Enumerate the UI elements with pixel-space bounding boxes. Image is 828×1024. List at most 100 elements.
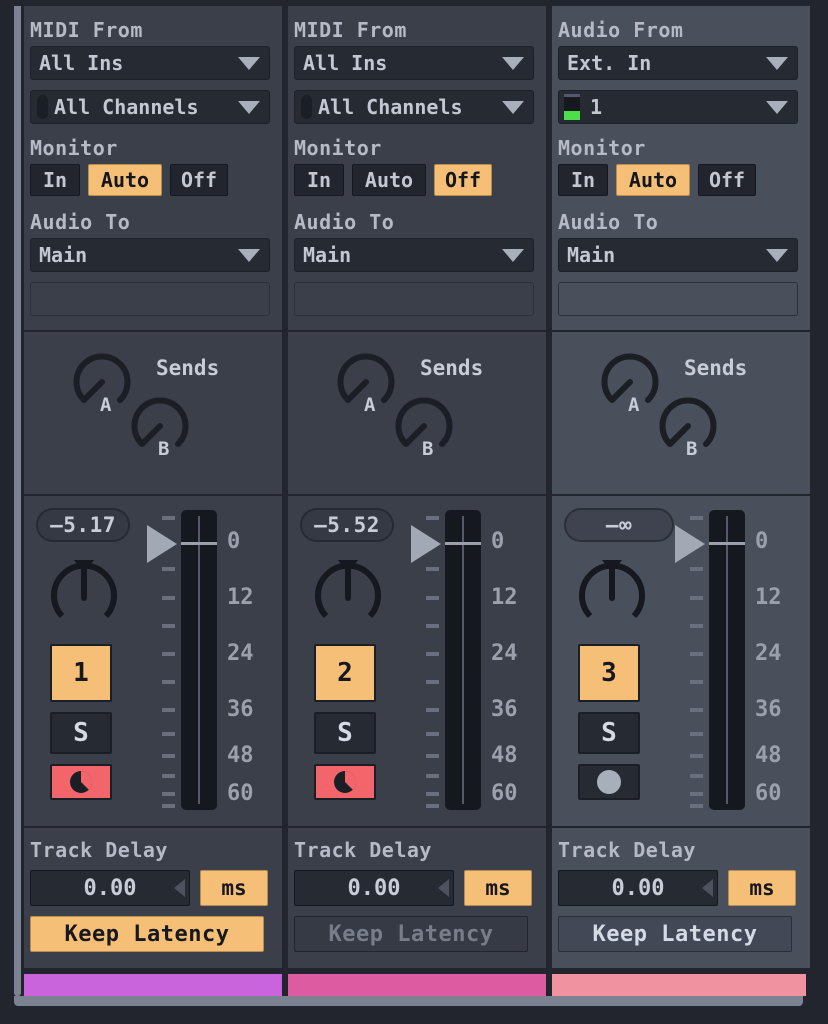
meter-scale-label-24db-2: 24 — [491, 641, 518, 666]
fader-position-marker-2 — [445, 542, 481, 545]
channel-strip-2: MIDI From All Ins All Channels Monitor I… — [285, 0, 549, 996]
sends-section-3: Sends A B — [552, 332, 810, 494]
monitor-in-button-2[interactable]: In — [294, 164, 344, 196]
track-delay-unit-button-1[interactable]: ms — [200, 870, 268, 906]
output-subtarget-chooser-2[interactable] — [294, 282, 534, 316]
meter-scale-label-12db-1: 12 — [227, 585, 254, 610]
input-channel-value-1: All Channels — [54, 95, 199, 119]
meter-scale-label-0db-3: 0 — [755, 529, 769, 554]
bottom-gutter — [0, 1006, 828, 1024]
midi-activity-indicator-icon — [301, 95, 312, 119]
input-channel-chooser-2[interactable]: All Channels — [294, 90, 534, 124]
meter-scale-label-48db-3: 48 — [755, 743, 782, 768]
input-label-1: MIDI From — [30, 18, 143, 42]
chevron-down-icon — [238, 56, 260, 70]
monitor-in-button-1[interactable]: In — [30, 164, 80, 196]
send-b-label-3: B — [686, 438, 698, 460]
fader-handle-1[interactable] — [147, 525, 177, 563]
monitor-off-button-3[interactable]: Off — [698, 164, 756, 196]
chevron-down-icon — [766, 56, 788, 70]
fader-position-marker-3 — [709, 542, 745, 545]
send-b-knob-1[interactable]: B — [128, 394, 192, 460]
caret-left-icon — [438, 879, 449, 897]
monitor-auto-button-2[interactable]: Auto — [352, 164, 426, 196]
meter-scale-label-36db-2: 36 — [491, 697, 518, 722]
fader-section-3: —∞ 3 S 0 12 24 36 48 60 — [552, 496, 810, 826]
send-a-knob-3[interactable]: A — [598, 350, 662, 416]
input-channel-chooser-3[interactable]: 1 — [558, 90, 798, 124]
track-delay-unit-button-2[interactable]: ms — [464, 870, 532, 906]
meter-scale-label-24db-1: 24 — [227, 641, 254, 666]
output-subtarget-chooser-1[interactable] — [30, 282, 270, 316]
track-color-strip-3[interactable] — [552, 974, 806, 996]
input-source-value-3: Ext. In — [567, 51, 652, 75]
meter-scale-label-24db-3: 24 — [755, 641, 782, 666]
fader-handle-2[interactable] — [411, 525, 441, 563]
track-delay-label-3: Track Delay — [558, 838, 696, 862]
input-source-chooser-2[interactable]: All Ins — [294, 46, 534, 80]
monitor-off-button-1[interactable]: Off — [170, 164, 228, 196]
send-a-knob-2[interactable]: A — [334, 350, 398, 416]
track-delay-field-3[interactable]: 0.00 — [558, 870, 718, 906]
chevron-down-icon — [766, 248, 788, 262]
track-color-strip-2[interactable] — [288, 974, 546, 996]
fader-handle-3[interactable] — [675, 525, 705, 563]
meter-scale-label-48db-1: 48 — [227, 743, 254, 768]
midi-activity-indicator-icon — [37, 95, 48, 119]
output-target-chooser-2[interactable]: Main — [294, 238, 534, 272]
output-label-3: Audio To — [558, 210, 659, 234]
send-b-knob-2[interactable]: B — [392, 394, 456, 460]
output-target-chooser-1[interactable]: Main — [30, 238, 270, 272]
send-b-knob-3[interactable]: B — [656, 394, 720, 460]
output-target-value-2: Main — [303, 243, 352, 267]
monitor-auto-button-3[interactable]: Auto — [616, 164, 690, 196]
chevron-down-icon — [502, 100, 524, 114]
input-source-chooser-3[interactable]: Ext. In — [558, 46, 798, 80]
monitor-auto-button-1[interactable]: Auto — [88, 164, 162, 196]
input-source-chooser-1[interactable]: All Ins — [30, 46, 270, 80]
chevron-down-icon — [766, 100, 788, 114]
bottom-edge-bar — [14, 996, 803, 1006]
io-section-3: Audio From Ext. In 1 Monitor In Auto Off… — [552, 6, 810, 330]
track-delay-section-2: Track Delay 0.00 ms Keep Latency — [288, 828, 546, 968]
input-label-3: Audio From — [558, 18, 684, 42]
output-subtarget-chooser-3[interactable] — [558, 282, 798, 316]
channel-strip-3: Audio From Ext. In 1 Monitor In Auto Off… — [549, 0, 813, 996]
track-color-strip-1[interactable] — [24, 974, 282, 996]
meter-center-divider — [198, 516, 200, 804]
fader-section-2: –5.52 2 S 0 12 24 36 48 60 — [288, 496, 546, 826]
left-scroll-edge[interactable] — [14, 0, 21, 996]
keep-latency-button-1[interactable]: Keep Latency — [30, 916, 264, 952]
track-delay-field-1[interactable]: 0.00 — [30, 870, 190, 906]
track-delay-unit-button-3[interactable]: ms — [728, 870, 796, 906]
io-section-1: MIDI From All Ins All Channels Monitor I… — [24, 6, 282, 330]
input-source-value-2: All Ins — [303, 51, 388, 75]
fader-position-marker-1 — [181, 542, 217, 545]
track-delay-field-2[interactable]: 0.00 — [294, 870, 454, 906]
meter-scale-label-0db-1: 0 — [227, 529, 241, 554]
output-target-chooser-3[interactable]: Main — [558, 238, 798, 272]
input-channel-value-2: All Channels — [318, 95, 463, 119]
chevron-down-icon — [238, 248, 260, 262]
io-section-2: MIDI From All Ins All Channels Monitor I… — [288, 6, 546, 330]
track-delay-label-2: Track Delay — [294, 838, 432, 862]
monitor-in-button-3[interactable]: In — [558, 164, 608, 196]
track-delay-label-1: Track Delay — [30, 838, 168, 862]
level-meter-1 — [181, 510, 217, 810]
sends-section-2: Sends A B — [288, 332, 546, 494]
output-target-value-3: Main — [567, 243, 616, 267]
output-target-value-1: Main — [39, 243, 88, 267]
keep-latency-button-3[interactable]: Keep Latency — [558, 916, 792, 952]
meter-center-divider — [462, 516, 464, 804]
monitor-off-button-2[interactable]: Off — [434, 164, 492, 196]
output-label-1: Audio To — [30, 210, 131, 234]
send-a-knob-1[interactable]: A — [70, 350, 134, 416]
keep-latency-button-2[interactable]: Keep Latency — [294, 916, 528, 952]
input-channel-chooser-1[interactable]: All Channels — [30, 90, 270, 124]
track-delay-section-3: Track Delay 0.00 ms Keep Latency — [552, 828, 810, 968]
track-delay-value-3: 0.00 — [611, 875, 665, 901]
sends-section-1: Sends A B — [24, 332, 282, 494]
meter-scale-label-48db-2: 48 — [491, 743, 518, 768]
input-channel-value-3: 1 — [590, 95, 603, 119]
input-label-2: MIDI From — [294, 18, 407, 42]
